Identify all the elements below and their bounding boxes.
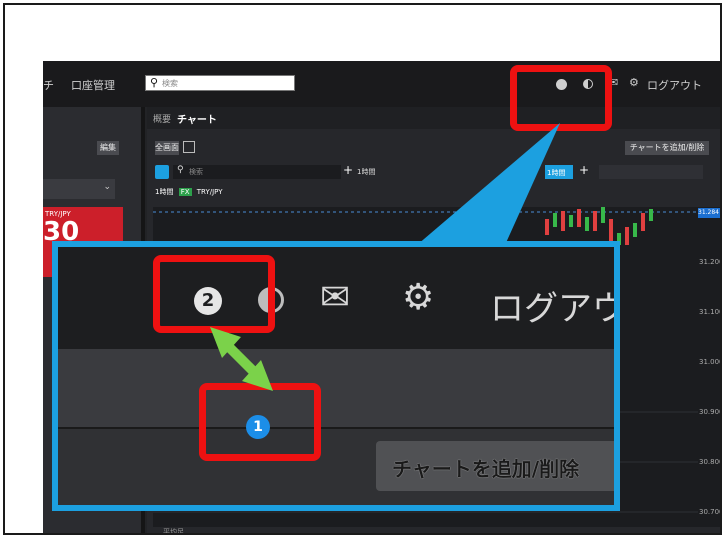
time-tick: 16 xyxy=(673,533,682,535)
double-arrow-icon xyxy=(210,327,273,391)
time-tick: 11 xyxy=(205,533,214,535)
screenshot-frame: チ 口座管理 ⚲ 検索 ✉ ⚙ ログアウト 編集 ⌄ TRY/JPY 30 概要… xyxy=(3,3,722,535)
time-tick: 15 xyxy=(525,533,534,535)
double-arrow-svg xyxy=(210,327,273,391)
time-tick: 14 xyxy=(358,533,367,535)
time-tick: 12 xyxy=(271,533,280,535)
double-arrow-shaft xyxy=(223,341,259,377)
